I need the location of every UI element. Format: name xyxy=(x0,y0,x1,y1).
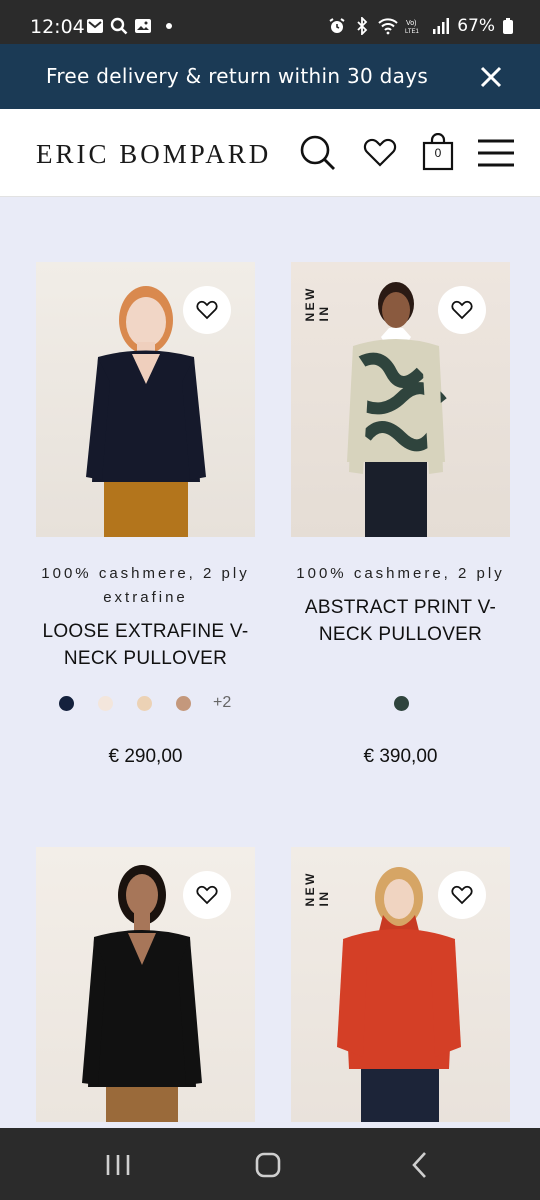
volte-icon: Vo) LTE1 xyxy=(405,20,420,35)
new-in-badge: NEW IN xyxy=(303,871,331,907)
mail-icon xyxy=(87,19,103,33)
product-subtitle: 100% cashmere, 2 ply xyxy=(296,565,505,582)
new-in-badge: NEW IN xyxy=(303,286,331,322)
wishlist-icon[interactable] xyxy=(360,133,400,173)
site-header: ERIC BOMPARD 0 xyxy=(0,109,540,197)
cart-count: 0 xyxy=(434,146,442,160)
search-icon[interactable] xyxy=(298,133,338,173)
color-swatch[interactable] xyxy=(137,696,152,711)
status-time: 12:04 xyxy=(30,16,85,38)
alarm-icon xyxy=(329,18,345,33)
image-icon xyxy=(135,19,151,33)
product-subtitle: 100% cashmere, 2 ply extrafine xyxy=(41,565,250,606)
close-icon[interactable] xyxy=(478,64,504,90)
more-colors[interactable]: +2 xyxy=(213,694,231,712)
svg-text:Vo): Vo) xyxy=(406,20,417,27)
wishlist-button[interactable] xyxy=(183,871,231,919)
system-nav-bar xyxy=(0,1128,540,1200)
product-price: € 290,00 xyxy=(108,746,183,767)
battery-icon xyxy=(503,18,513,34)
search-icon xyxy=(110,17,128,35)
bluetooth-icon xyxy=(357,17,368,35)
signal-icon xyxy=(433,18,450,34)
menu-icon[interactable] xyxy=(476,133,516,173)
heart-icon xyxy=(451,300,473,320)
home-icon[interactable] xyxy=(253,1150,283,1180)
notification-dot xyxy=(166,23,172,29)
promo-text: Free delivery & return within 30 days xyxy=(46,64,429,88)
wishlist-button[interactable] xyxy=(183,286,231,334)
product-name[interactable]: ABSTRACT PRINT V-NECK PULLOVER xyxy=(283,594,518,648)
color-swatch[interactable] xyxy=(98,696,113,711)
promo-banner: Free delivery & return within 30 days xyxy=(0,44,540,109)
color-swatch[interactable] xyxy=(59,696,74,711)
color-swatch[interactable] xyxy=(394,696,409,711)
brand-logo[interactable]: ERIC BOMPARD xyxy=(36,139,271,170)
product-price: € 390,00 xyxy=(363,746,438,767)
wishlist-button[interactable] xyxy=(438,286,486,334)
status-bar: 12:04 Vo) LTE1 67% xyxy=(0,0,540,44)
wifi-icon xyxy=(378,18,398,35)
color-swatches xyxy=(291,694,510,714)
svg-text:LTE1: LTE1 xyxy=(405,29,420,35)
color-swatches: +2 xyxy=(36,694,255,714)
back-icon[interactable] xyxy=(405,1150,435,1180)
color-swatch[interactable] xyxy=(176,696,191,711)
cart-button[interactable]: 0 xyxy=(418,133,458,173)
product-name[interactable]: LOOSE EXTRAFINE V-NECK PULLOVER xyxy=(28,618,263,672)
wishlist-button[interactable] xyxy=(438,871,486,919)
recent-apps-icon[interactable] xyxy=(103,1150,133,1180)
heart-icon xyxy=(196,300,218,320)
heart-icon xyxy=(451,885,473,905)
heart-icon xyxy=(196,885,218,905)
battery-percent: 67% xyxy=(457,16,495,36)
